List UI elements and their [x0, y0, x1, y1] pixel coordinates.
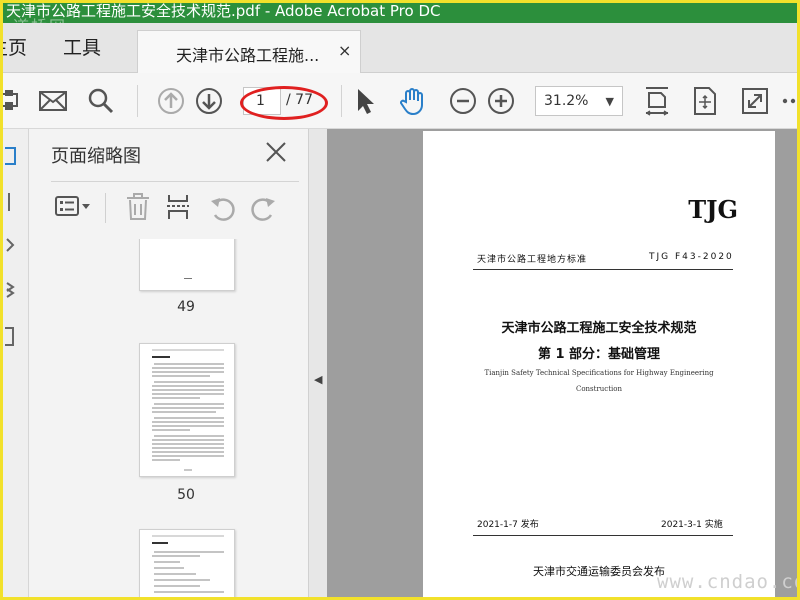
- english-title-line1: Tianjin Safety Technical Specifications …: [484, 369, 714, 377]
- tab-tools[interactable]: 工具: [63, 23, 101, 73]
- tab-document-label: 天津市公路工程施...: [176, 46, 320, 65]
- tab-home[interactable]: 主页: [3, 23, 27, 73]
- left-icon-rail: [3, 129, 29, 597]
- more-options-icon[interactable]: [775, 85, 797, 117]
- close-panel-icon[interactable]: [265, 141, 287, 163]
- thumbnail-page[interactable]: [139, 529, 235, 597]
- attachments-icon[interactable]: [5, 233, 23, 255]
- thumbnail-page-number: 49: [177, 299, 195, 315]
- panel-collapse-handle[interactable]: ◀: [309, 129, 327, 597]
- thumbnail-page[interactable]: [139, 343, 235, 477]
- next-page-icon[interactable]: [193, 85, 225, 117]
- window-title: 天津市公路工程施工安全技术规范.pdf - Adobe Acrobat Pro …: [6, 3, 441, 20]
- toolbar-divider: [137, 85, 138, 117]
- bookmarks-icon[interactable]: [5, 191, 23, 213]
- hand-tool-icon[interactable]: [397, 85, 429, 117]
- document-title: 天津市公路工程施工安全技术规范: [501, 321, 697, 336]
- panel-divider: [51, 181, 299, 182]
- panel-toolbar-divider: [105, 193, 106, 223]
- implement-date: 2021-3-1 实施: [661, 520, 723, 530]
- thumbnail-page-number: 50: [177, 487, 195, 503]
- full-screen-icon[interactable]: [739, 85, 771, 117]
- document-header: TJG: [688, 195, 738, 224]
- print-icon[interactable]: [3, 85, 25, 117]
- panel-title: 页面缩略图: [51, 146, 141, 167]
- thumbnail-page[interactable]: [139, 239, 235, 291]
- toolbar: 1 / 77 31.2% ▼: [3, 73, 797, 129]
- page-thumbnails-panel: 页面缩略图 49 50: [29, 129, 330, 597]
- zoom-in-icon[interactable]: [485, 85, 517, 117]
- email-icon[interactable]: [37, 85, 69, 117]
- chevron-down-icon: ▼: [605, 95, 614, 108]
- fit-width-icon[interactable]: [641, 85, 673, 117]
- close-tab-icon[interactable]: ×: [338, 41, 351, 60]
- document-view[interactable]: TJG 天津市公路工程地方标准 TJG F43-2020 天津市公路工程施工安全…: [327, 129, 797, 597]
- panel-toolbar: [51, 187, 301, 227]
- header-rule: [473, 269, 733, 270]
- document-page: TJG 天津市公路工程地方标准 TJG F43-2020 天津市公路工程施工安全…: [423, 131, 775, 597]
- insert-page-icon[interactable]: [165, 193, 191, 225]
- annotation-ellipse: [240, 86, 328, 120]
- application-window: 天津市公路工程施工安全技术规范.pdf - Adobe Acrobat Pro …: [0, 0, 800, 600]
- zoom-value: 31.2%: [544, 93, 589, 109]
- tab-document[interactable]: 天津市公路工程施... ×: [137, 30, 361, 74]
- issue-date: 2021-1-7 发布: [477, 520, 539, 530]
- content-icon[interactable]: [3, 325, 23, 347]
- footer-rule: [473, 535, 733, 536]
- toolbar-divider: [341, 85, 342, 117]
- previous-page-icon[interactable]: [155, 85, 187, 117]
- standard-code: TJG F43-2020: [649, 252, 734, 262]
- watermark-bottom: www.cndao.co: [657, 571, 800, 593]
- rotate-clockwise-icon[interactable]: [249, 195, 277, 225]
- select-cursor-icon[interactable]: [349, 85, 381, 117]
- tab-row: 主页 工具 天津市公路工程施... ×: [3, 23, 797, 74]
- document-subtitle: 第 1 部分：基础管理: [537, 347, 661, 362]
- options-menu-icon[interactable]: [55, 195, 93, 223]
- english-title-line2: Construction: [575, 385, 623, 393]
- zoom-out-icon[interactable]: [447, 85, 479, 117]
- fit-page-icon[interactable]: [689, 85, 721, 117]
- title-bar: 天津市公路工程施工安全技术规范.pdf - Adobe Acrobat Pro …: [3, 3, 797, 23]
- thumbnail-list: 49 50: [51, 239, 307, 597]
- page-thumbnails-icon[interactable]: [3, 145, 23, 167]
- delete-page-icon[interactable]: [125, 193, 151, 225]
- search-icon[interactable]: [85, 85, 117, 117]
- rotate-counterclockwise-icon[interactable]: [209, 195, 237, 225]
- chevron-left-icon: ◀: [314, 373, 323, 386]
- standard-type: 天津市公路工程地方标准: [477, 255, 588, 265]
- zoom-select[interactable]: 31.2% ▼: [535, 86, 623, 116]
- layers-icon[interactable]: [5, 279, 23, 301]
